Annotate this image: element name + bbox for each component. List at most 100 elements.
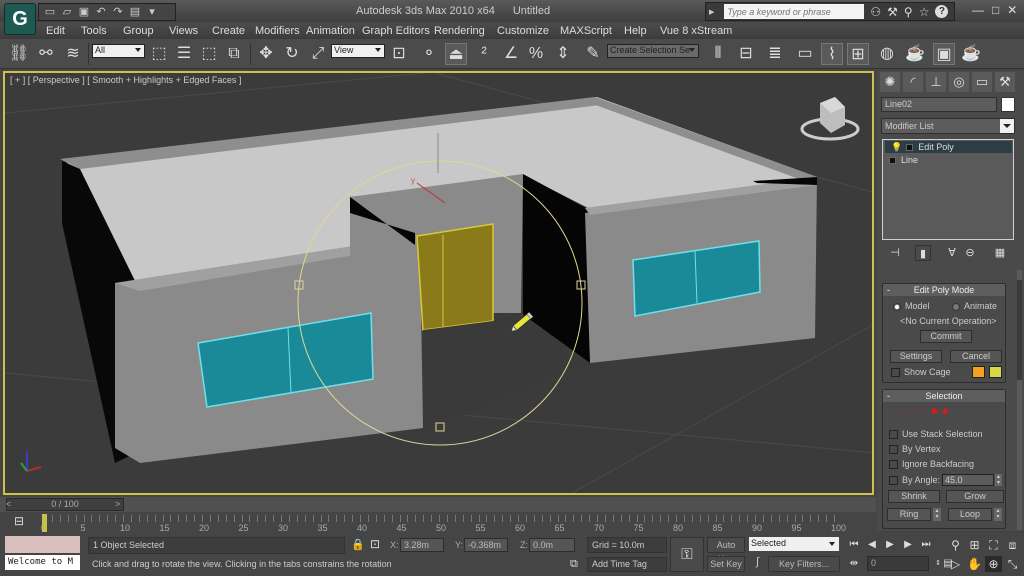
settings-button[interactable]: Settings (890, 350, 942, 363)
key-mode-toggle-icon[interactable]: ⇹ (846, 557, 862, 571)
animate-radio[interactable]: Animate (952, 301, 997, 312)
next-frame-arrow-icon[interactable]: > (115, 498, 125, 511)
graphite-ribbon-icon[interactable]: ▭ (794, 43, 816, 65)
maximize-button[interactable]: □ (992, 3, 999, 17)
create-tab-icon[interactable]: ✺ (880, 72, 900, 92)
angle-snap-icon[interactable]: ∠ (500, 43, 522, 65)
scrollbar-thumb[interactable] (1017, 280, 1022, 380)
pin-stack-icon[interactable]: ⊣ (887, 245, 903, 261)
edge-icon[interactable]: ⟋ (910, 406, 917, 418)
loop-spinner-icon[interactable]: ▴ ▾ (994, 508, 1002, 521)
binoculars-icon[interactable]: ⚇ (870, 5, 881, 19)
vertex-icon[interactable]: ∴ (900, 406, 906, 418)
percent-snap-icon[interactable]: % (525, 43, 547, 65)
z-coordinate-field[interactable]: 0.0m (529, 538, 575, 552)
show-cage-checkbox[interactable]: Show Cage (891, 367, 951, 378)
menu-help[interactable]: Help (624, 25, 647, 37)
maxscript-listener-input[interactable] (5, 536, 80, 553)
lightbulb-icon[interactable]: 💡 (891, 142, 902, 152)
mirror-icon[interactable]: ⫴ (707, 43, 729, 65)
close-button[interactable]: ✕ (1007, 3, 1017, 17)
object-color-swatch[interactable] (1001, 97, 1015, 112)
menu-group[interactable]: Group (123, 25, 154, 37)
key-mode-dropdown[interactable]: Selected (749, 537, 839, 551)
menu-views[interactable]: Views (169, 25, 198, 37)
spinner-snap-icon[interactable]: ⇕ (552, 43, 574, 65)
maximize-viewport-icon[interactable]: ⤡ (1004, 556, 1021, 572)
select-object-icon[interactable]: ⬚ (148, 43, 170, 65)
border-icon[interactable]: ◌ (921, 406, 927, 418)
snaps-toggle-icon[interactable]: ² (473, 43, 495, 65)
auto-key-button[interactable]: Auto Key (707, 537, 745, 564)
select-move-icon[interactable]: ✥ (255, 43, 277, 65)
current-frame-marker[interactable] (42, 514, 47, 532)
select-rotate-icon[interactable]: ↻ (281, 43, 303, 65)
unlink-icon[interactable]: ⚯ (35, 43, 57, 65)
perspective-viewport[interactable]: y [ + ] [ Perspective ] [ Smooth + Highl… (3, 71, 874, 495)
select-by-name-icon[interactable]: ☰ (173, 43, 195, 65)
maxscript-listener-output[interactable]: Welcome to M (5, 555, 80, 570)
favorites-star-icon[interactable]: ☆ (919, 5, 930, 19)
stack-item-edit-poly[interactable]: 💡 Edit Poly (885, 141, 1012, 153)
menu-modifiers[interactable]: Modifiers (255, 25, 300, 37)
add-time-tag-button[interactable]: Add Time Tag (587, 557, 667, 572)
modifier-list-dropdown[interactable]: Modifier List (881, 118, 1015, 134)
loop-button[interactable]: Loop (948, 508, 992, 521)
curve-editor-icon[interactable]: ⌇ (821, 43, 843, 65)
shrink-button[interactable]: Shrink (888, 490, 940, 503)
next-frame-icon[interactable]: ▶ (900, 538, 916, 552)
polygon-icon[interactable]: ■ (931, 406, 937, 418)
use-stack-selection-checkbox[interactable]: Use Stack Selection (889, 429, 983, 440)
ring-spinner-icon[interactable]: ▴ ▾ (933, 508, 941, 521)
schematic-view-icon[interactable]: ⊞ (847, 43, 869, 65)
menu-animation[interactable]: Animation (306, 25, 355, 37)
zoom-icon[interactable]: ⚲ (947, 537, 964, 553)
previous-frame-icon[interactable]: ◀ (864, 538, 880, 552)
ignore-backfacing-checkbox[interactable]: Ignore Backfacing (889, 459, 974, 470)
modify-tab-icon[interactable]: ◜ (903, 72, 923, 92)
zoom-extents-all-icon[interactable]: ⧈ (1004, 537, 1021, 553)
undo-icon[interactable]: ↶ (94, 6, 108, 18)
by-vertex-checkbox[interactable]: By Vertex (889, 444, 941, 455)
wrench-icon[interactable]: ⚒ (887, 5, 898, 19)
spinner-arrows-icon[interactable]: ▴ ▾ (995, 474, 1002, 486)
cage-color-swatch[interactable] (972, 366, 985, 378)
cancel-button[interactable]: Cancel (950, 350, 1002, 363)
display-tab-icon[interactable]: ▭ (972, 72, 992, 92)
material-editor-icon[interactable]: ◍ (876, 43, 898, 65)
render-setup-icon[interactable]: ☕ (904, 43, 926, 65)
show-end-result-icon[interactable]: ▮ (915, 245, 931, 261)
stack-item-line[interactable]: Line (885, 154, 1012, 166)
commit-button[interactable]: Commit (920, 330, 972, 343)
hierarchy-tab-icon[interactable]: ⊥ (926, 72, 946, 92)
minimize-button[interactable]: — (972, 3, 984, 17)
application-button[interactable]: G (4, 3, 36, 35)
rectangular-selection-icon[interactable]: ⬚ (198, 43, 220, 65)
edit-named-selection-icon[interactable]: ✎ (582, 43, 604, 65)
by-angle-checkbox[interactable]: By Angle: (889, 475, 940, 486)
ring-button[interactable]: Ring (887, 508, 931, 521)
configure-modifier-sets-icon[interactable]: ▦ (992, 245, 1008, 261)
utilities-tab-icon[interactable]: ⚒ (995, 72, 1015, 92)
select-manipulate-icon[interactable]: ⚬ (418, 43, 440, 65)
element-icon[interactable]: ◈ (941, 406, 949, 418)
set-key-button[interactable]: Set Key (707, 556, 745, 572)
orbit-icon[interactable]: ⊕ (985, 556, 1002, 572)
menu-vue-xstream[interactable]: Vue 8 xStream (660, 25, 732, 37)
help-icon[interactable]: ? (935, 5, 949, 18)
model-radio[interactable]: Model (893, 301, 930, 312)
use-pivot-center-icon[interactable]: ⊡ (388, 43, 410, 65)
make-unique-icon[interactable]: ∀ (944, 245, 960, 261)
grow-button[interactable]: Grow (946, 490, 1004, 503)
render-production-icon[interactable]: ☕ (960, 43, 982, 65)
pan-view-icon[interactable]: ✋ (966, 556, 983, 572)
qat-dropdown-icon[interactable]: ▾ (145, 6, 159, 18)
window-crossing-icon[interactable]: ⧉ (223, 43, 245, 65)
selection-lock-icon[interactable]: 🔒 (351, 538, 365, 551)
open-file-icon[interactable]: ▱ (60, 6, 74, 18)
time-slider-handle[interactable]: 0 / 100 (6, 498, 124, 511)
menu-edit[interactable]: Edit (46, 25, 65, 37)
cage-selected-color-swatch[interactable] (989, 366, 1002, 378)
viewport-scene[interactable]: y (5, 73, 874, 495)
keyboard-shortcut-override-icon[interactable]: ⏏ (445, 43, 467, 65)
